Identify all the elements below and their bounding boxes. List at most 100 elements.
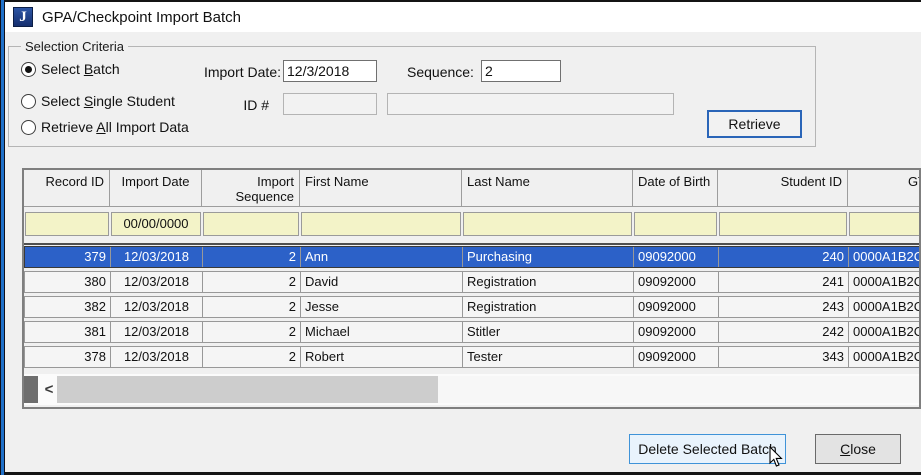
- id-number-label: ID #: [209, 97, 269, 113]
- table-row[interactable]: 38112/03/20182MichaelStitler090920002420…: [24, 321, 921, 343]
- import-batch-grid: Record IDImport DateImport SequenceFirst…: [22, 168, 921, 409]
- selection-criteria-group: Selection Criteria Select Batch Select S…: [8, 46, 816, 147]
- filter-cell-2[interactable]: [203, 212, 299, 236]
- radio-select-single-student-label: Select Single Student: [41, 93, 175, 109]
- grid-body: Record IDImport DateImport SequenceFirst…: [24, 170, 921, 371]
- column-header-7: GTID: [848, 170, 921, 206]
- radio-select-batch-label: Select Batch: [41, 61, 120, 77]
- cell: Jesse: [301, 297, 463, 317]
- window-title: GPA/Checkpoint Import Batch: [42, 2, 241, 32]
- cell: 0000A1B2C3: [849, 322, 921, 342]
- radio-retrieve-all-import-data[interactable]: Retrieve All Import Data: [21, 119, 189, 135]
- cell: 241: [719, 272, 849, 292]
- cell: 242: [719, 322, 849, 342]
- column-header-0: Record ID: [24, 170, 110, 206]
- close-button[interactable]: Close: [815, 434, 901, 464]
- label-mnemonic: A: [96, 119, 105, 135]
- cell: Ann: [301, 247, 463, 267]
- cell: Tester: [463, 347, 634, 367]
- filter-cell-4[interactable]: [463, 212, 632, 236]
- window-top-border: [0, 0, 921, 2]
- cell: Robert: [301, 347, 463, 367]
- cell: Stitler: [463, 322, 634, 342]
- label-mnemonic: C: [840, 441, 850, 457]
- filter-cell-7[interactable]: [849, 212, 921, 236]
- radio-button-icon: [21, 120, 36, 135]
- scroll-left-arrow-icon[interactable]: <: [41, 376, 57, 403]
- cell: Purchasing: [463, 247, 634, 267]
- cell: 381: [25, 322, 111, 342]
- radio-retrieve-all-label: Retrieve All Import Data: [41, 119, 189, 135]
- label-part: atch: [93, 61, 119, 77]
- sequence-input[interactable]: [481, 60, 561, 82]
- table-row[interactable]: 38012/03/20182DavidRegistration090920002…: [24, 271, 921, 293]
- horizontal-scrollbar: <: [24, 374, 921, 405]
- cell: 12/03/2018: [111, 247, 203, 267]
- cell: 378: [25, 347, 111, 367]
- radio-button-icon: [21, 62, 36, 77]
- cell: 343: [719, 347, 849, 367]
- cell: Registration: [463, 272, 634, 292]
- cell: 12/03/2018: [111, 297, 203, 317]
- table-row[interactable]: 37812/03/20182RobertTester09092000343000…: [24, 346, 921, 368]
- filter-cell-1[interactable]: 00/00/0000: [111, 212, 201, 236]
- cell: 12/03/2018: [111, 272, 203, 292]
- cell: 0000A1B2C3: [849, 297, 921, 317]
- radio-button-icon: [21, 94, 36, 109]
- filter-cell-5[interactable]: [634, 212, 717, 236]
- import-date-input[interactable]: [283, 60, 377, 82]
- column-header-3: First Name: [300, 170, 462, 206]
- cell: 382: [25, 297, 111, 317]
- column-header-5: Date of Birth: [633, 170, 718, 206]
- label-part: ingle Student: [93, 93, 175, 109]
- window-left-border: [0, 0, 5, 475]
- cell: 243: [719, 297, 849, 317]
- cell: David: [301, 272, 463, 292]
- grid-filter-row: 00/00/0000: [24, 211, 921, 237]
- cell: Michael: [301, 322, 463, 342]
- label-mnemonic: B: [84, 61, 93, 77]
- cell: 2: [203, 272, 301, 292]
- table-row[interactable]: 38212/03/20182JesseRegistration090920002…: [24, 296, 921, 318]
- label-part: Select: [41, 93, 84, 109]
- title-bar: J GPA/Checkpoint Import Batch: [5, 2, 921, 32]
- cell: 0000A1B2C3: [849, 247, 921, 267]
- filter-cell-6[interactable]: [719, 212, 847, 236]
- radio-select-batch[interactable]: Select Batch: [21, 61, 120, 77]
- column-header-2: Import Sequence: [202, 170, 300, 206]
- sequence-label: Sequence:: [407, 64, 473, 80]
- table-row[interactable]: 37912/03/20182AnnPurchasing0909200024000…: [24, 246, 921, 268]
- filter-cell-3[interactable]: [301, 212, 461, 236]
- delete-selected-batch-button[interactable]: Delete Selected Batch: [629, 434, 786, 464]
- cell: Registration: [463, 297, 634, 317]
- cell: 380: [25, 272, 111, 292]
- scrollbar-corner-block: [24, 376, 38, 403]
- cell: 09092000: [634, 347, 719, 367]
- id-name-input: [387, 93, 674, 115]
- cell: 240: [719, 247, 849, 267]
- radio-select-single-student[interactable]: Select Single Student: [21, 93, 175, 109]
- cell: 379: [25, 247, 111, 267]
- selection-criteria-legend: Selection Criteria: [21, 39, 128, 54]
- filter-cell-0[interactable]: [25, 212, 109, 236]
- cell: 12/03/2018: [111, 322, 203, 342]
- label-part: lose: [850, 441, 876, 457]
- cell: 09092000: [634, 272, 719, 292]
- column-header-1: Import Date: [110, 170, 202, 206]
- label-part: ll Import Data: [106, 119, 189, 135]
- scrollbar-thumb[interactable]: [57, 376, 438, 403]
- retrieve-button[interactable]: Retrieve: [707, 110, 802, 138]
- import-date-label: Import Date:: [197, 64, 281, 80]
- grid-data-separator: [24, 243, 921, 245]
- cell: 09092000: [634, 322, 719, 342]
- cell: 12/03/2018: [111, 347, 203, 367]
- column-header-4: Last Name: [462, 170, 633, 206]
- dialog-window: J GPA/Checkpoint Import Batch Selection …: [0, 0, 921, 475]
- id-number-input: [283, 93, 377, 115]
- label-part: Retrieve: [41, 119, 96, 135]
- cell: 2: [203, 297, 301, 317]
- grid-header-row: Record IDImport DateImport SequenceFirst…: [24, 170, 921, 207]
- label-mnemonic: S: [84, 93, 93, 109]
- cell: 09092000: [634, 297, 719, 317]
- cell: 0000A1B2C3: [849, 272, 921, 292]
